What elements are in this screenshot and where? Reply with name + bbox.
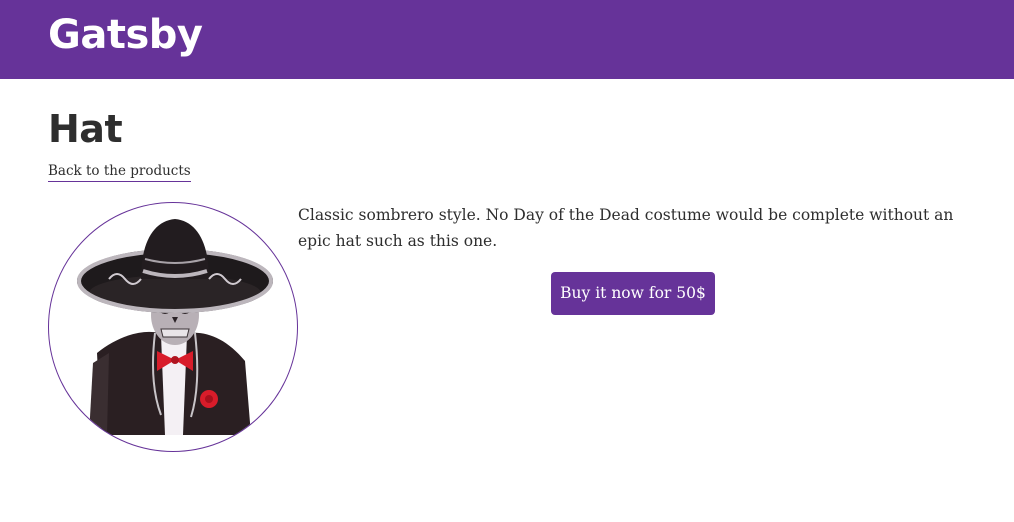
bow-tie-knot	[171, 356, 179, 364]
sombrero-skeleton-image	[77, 219, 273, 435]
page-title: Hat	[48, 107, 123, 151]
buy-button-container: Buy it now for 50$	[298, 272, 968, 315]
product-description: Classic sombrero style. No Day of the De…	[298, 206, 954, 250]
red-rose-center	[205, 395, 213, 403]
back-to-products-link[interactable]: Back to the products	[48, 161, 191, 182]
site-header: Gatsby	[0, 0, 1014, 79]
shirt-shape	[161, 335, 187, 435]
jacket-lapel-shadow	[89, 353, 109, 435]
sombrero-crown	[141, 219, 209, 279]
site-title-link[interactable]: Gatsby	[48, 8, 203, 62]
skull-teeth	[160, 328, 190, 338]
buy-now-button[interactable]: Buy it now for 50$	[551, 272, 715, 315]
product-image	[48, 202, 298, 452]
